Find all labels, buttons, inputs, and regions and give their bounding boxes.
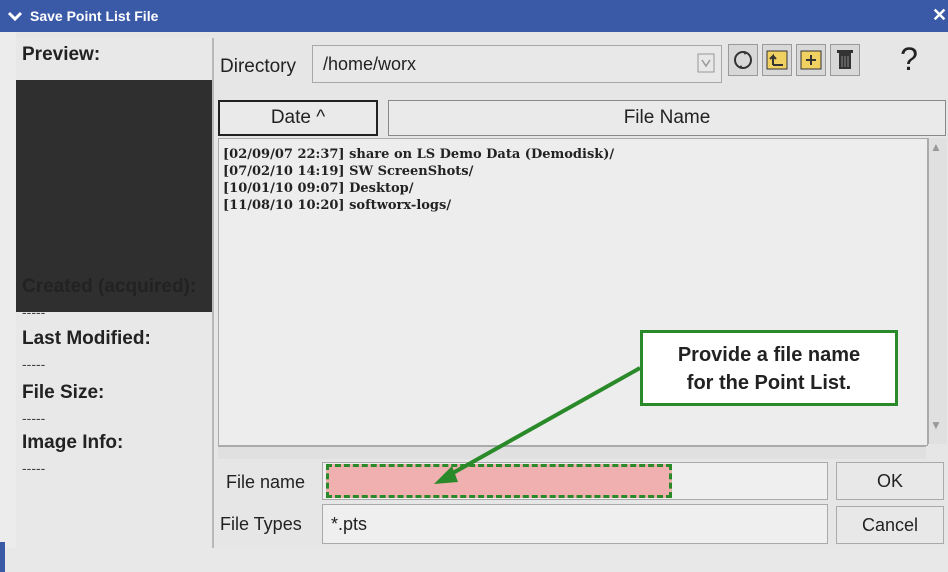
file-types-value: *.pts	[331, 514, 368, 534]
directory-value: /home/worx	[323, 54, 417, 74]
file-size-value: -----	[22, 410, 46, 426]
preview-label: Preview:	[22, 44, 101, 65]
parent-directory-button[interactable]	[762, 44, 792, 76]
created-label: Created (acquired):	[22, 276, 197, 297]
help-icon: ?	[900, 41, 918, 77]
file-name-highlight	[326, 464, 672, 498]
close-icon[interactable]: ✕	[932, 6, 948, 24]
image-info-label: Image Info:	[22, 432, 124, 453]
callout-line-2: for the Point List.	[686, 372, 852, 394]
refresh-button[interactable]	[728, 44, 758, 76]
parent-directory-icon	[766, 50, 788, 70]
scroll-up-icon[interactable]: ▲	[930, 140, 942, 154]
file-name-label: File name	[226, 472, 306, 492]
new-folder-icon	[800, 50, 822, 70]
vertical-scrollbar[interactable]: ▲ ▼	[928, 138, 947, 444]
title-bar: Save Point List File ✕	[0, 0, 948, 32]
edge-marker	[0, 542, 5, 572]
new-folder-button[interactable]	[796, 44, 826, 76]
file-types-label: File Types	[220, 514, 302, 534]
ok-button[interactable]: OK	[836, 462, 944, 500]
refresh-icon	[734, 51, 752, 69]
dropdown-arrow-icon[interactable]	[697, 53, 715, 73]
file-types-field[interactable]: *.pts	[322, 504, 828, 544]
modified-value: -----	[22, 356, 46, 372]
filename-column-header[interactable]: File Name	[388, 100, 946, 136]
list-item[interactable]: [10/01/10 09:07] Desktop/	[223, 181, 414, 196]
list-item[interactable]: [11/08/10 10:20] softworx-logs/	[223, 198, 451, 213]
callout-line-1: Provide a file name	[677, 344, 861, 366]
cancel-button[interactable]: Cancel	[836, 506, 944, 544]
scroll-down-icon[interactable]: ▼	[930, 418, 942, 432]
left-edge-strip	[0, 32, 16, 572]
delete-button[interactable]	[830, 44, 860, 76]
preview-panel: Preview: Created (acquired): ----- Last …	[16, 38, 214, 548]
directory-label: Directory	[220, 56, 297, 77]
list-item[interactable]: [07/02/10 14:19] SW ScreenShots/	[223, 164, 473, 179]
horizontal-scrollbar[interactable]	[218, 446, 926, 459]
trash-icon	[837, 50, 853, 69]
date-column-header[interactable]: Date ^	[218, 100, 378, 136]
directory-combobox[interactable]: /home/worx	[312, 45, 722, 83]
modified-label: Last Modified:	[22, 328, 151, 349]
help-button[interactable]: ?	[894, 41, 924, 77]
image-info-value: -----	[22, 460, 46, 476]
list-item[interactable]: [02/09/07 22:37] share on LS Demo Data (…	[223, 147, 614, 162]
window-title: Save Point List File	[30, 8, 159, 24]
save-point-list-dialog: Save Point List File ✕ Preview: Created …	[0, 0, 948, 572]
instruction-callout: Provide a file name for the Point List.	[640, 330, 898, 406]
created-value: -----	[22, 304, 46, 320]
window-menu-icon[interactable]	[6, 7, 24, 25]
file-size-label: File Size:	[22, 382, 105, 403]
